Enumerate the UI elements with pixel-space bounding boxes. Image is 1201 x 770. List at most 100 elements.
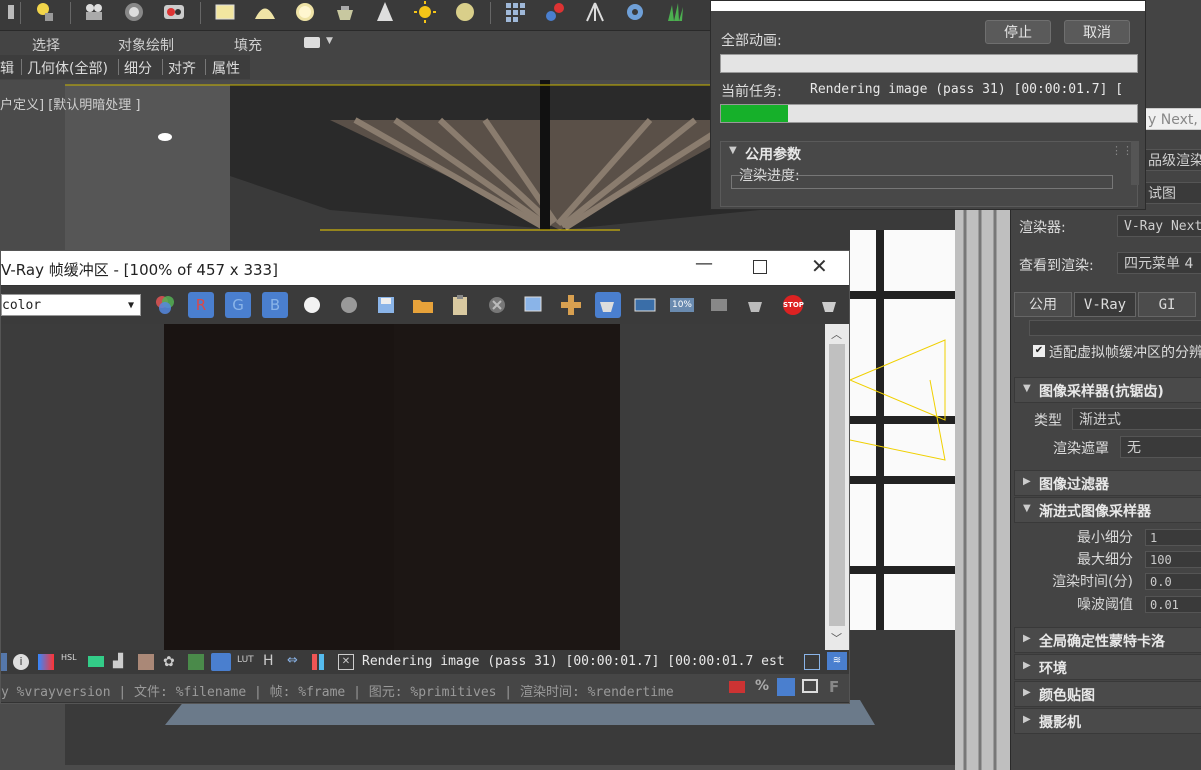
sphere-camera-icon[interactable]	[122, 1, 146, 23]
viewport-label[interactable]: 户定义] [默认明暗处理 ]	[0, 94, 140, 113]
maximize-icon[interactable]	[753, 260, 767, 274]
lut-icon[interactable]: LUT	[237, 655, 254, 665]
tab-vray[interactable]: V-Ray	[1074, 292, 1136, 317]
interactive-teapot-icon[interactable]	[743, 292, 769, 318]
minimize-icon[interactable]: —	[695, 253, 713, 274]
render-final-teapot-icon[interactable]	[817, 292, 843, 318]
compare-icon[interactable]	[632, 292, 658, 318]
common-params-label[interactable]: 公用参数	[745, 144, 801, 164]
sub-tab-edit[interactable]: 辑	[0, 58, 14, 78]
rectangle-icon[interactable]	[213, 1, 237, 23]
scroll-thumb[interactable]	[829, 344, 845, 626]
fit-vfb-checkbox[interactable]: ✔	[1033, 345, 1045, 357]
molecule-icon[interactable]	[543, 1, 567, 23]
font-icon[interactable]	[729, 681, 745, 693]
scroll-down-icon[interactable]: ﹀	[831, 630, 842, 646]
mono-icon[interactable]	[336, 292, 362, 318]
vfb-canvas[interactable]	[1, 324, 825, 650]
ribbon-tab-object-paint[interactable]: 对象绘制	[118, 35, 174, 55]
vfb-title-bar[interactable]: V-Ray 帧缓冲区 - [100% of 457 x 333] — ✕	[1, 251, 849, 285]
tab-common[interactable]: 公用	[1014, 292, 1072, 317]
image-filter-rollout[interactable]: ▶ 图像过滤器	[1014, 470, 1201, 496]
region-render-icon[interactable]	[521, 292, 547, 318]
clipboard-icon[interactable]	[447, 292, 473, 318]
lens-effects-icon[interactable]	[706, 292, 732, 318]
ribbon-tab-populate[interactable]: 填充	[234, 35, 262, 55]
dome-light-icon[interactable]	[253, 1, 277, 23]
render-teapot-icon[interactable]	[595, 292, 621, 318]
rollout-arrow-icon[interactable]: ▼	[729, 145, 737, 156]
curves-icon[interactable]	[138, 654, 154, 670]
histogram-icon[interactable]: ▟	[113, 654, 123, 669]
image-sampler-rollout[interactable]: ▼ 图像采样器(抗锯齿)	[1014, 377, 1201, 403]
clear-icon[interactable]	[484, 292, 510, 318]
stop-render-icon[interactable]: STOP	[780, 292, 806, 318]
levels-red-icon[interactable]	[312, 654, 317, 670]
color-balance-icon[interactable]	[88, 656, 104, 667]
tab-gi[interactable]: GI	[1138, 292, 1196, 317]
levels-blue-icon[interactable]	[319, 654, 324, 670]
ribbon-options-icon[interactable]	[304, 37, 320, 48]
gear-icon[interactable]	[623, 1, 647, 23]
grass-icon[interactable]	[663, 1, 687, 23]
cancel-button[interactable]: 取消	[1064, 20, 1130, 44]
camera-rollout[interactable]: ▶ 摄影机	[1014, 708, 1201, 734]
scroll-up-icon[interactable]: ︿	[831, 326, 842, 342]
disc-light-icon[interactable]	[453, 1, 477, 23]
curve-active-icon[interactable]	[211, 653, 231, 671]
render-mask-dropdown[interactable]: 无	[1120, 436, 1201, 458]
red-channel-button[interactable]: R	[188, 292, 214, 318]
min-subdiv-input[interactable]: 1	[1145, 529, 1201, 546]
tripod-icon[interactable]	[583, 1, 607, 23]
zoom-badge-icon[interactable]: 10%	[669, 292, 695, 318]
background-image-icon[interactable]	[188, 654, 204, 670]
vfb-vertical-scrollbar[interactable]: ︿ ﹀	[825, 324, 849, 650]
sub-tab-properties[interactable]: 属性	[212, 58, 240, 78]
blue-channel-button[interactable]: B	[262, 292, 288, 318]
camera-icon[interactable]	[82, 1, 106, 23]
cone-light-icon[interactable]	[373, 1, 397, 23]
stretch-icon[interactable]: ⇔	[287, 653, 298, 668]
channel-dropdown[interactable]: color ▼	[1, 294, 141, 316]
view-field[interactable]: 试图	[1141, 182, 1201, 204]
frame-icon[interactable]	[802, 679, 818, 693]
f-icon[interactable]: F	[829, 678, 839, 696]
info-icon[interactable]: i	[13, 654, 29, 670]
sub-tab-align[interactable]: 对齐	[168, 58, 196, 78]
track-mouse-icon[interactable]	[558, 292, 584, 318]
search-input[interactable]: y Next,	[1141, 108, 1201, 130]
stamp-icon[interactable]: ✕	[338, 654, 354, 670]
open-folder-icon[interactable]	[410, 292, 436, 318]
teapot-icon[interactable]	[333, 1, 357, 23]
renderer-dropdown[interactable]: V-Ray Next	[1117, 215, 1201, 237]
max-subdiv-input[interactable]: 100	[1145, 551, 1201, 568]
chevron-down-icon[interactable]: ▼	[326, 36, 333, 46]
noise-threshold-input[interactable]: 0.01	[1145, 596, 1201, 613]
sub-tab-subdivide[interactable]: 细分	[124, 58, 152, 78]
preset-field[interactable]: 品级渲染	[1141, 149, 1201, 171]
color-channels-icon[interactable]	[152, 292, 178, 318]
ribbon-tab-select[interactable]: 选择	[32, 35, 60, 55]
sub-tab-geometry-all[interactable]: 几何体(全部)	[27, 58, 108, 78]
alpha-white-icon[interactable]	[299, 292, 325, 318]
grid-icon[interactable]	[503, 1, 527, 23]
render-time-input[interactable]: 0.0	[1145, 573, 1201, 590]
save-icon[interactable]	[373, 292, 399, 318]
exposure-icon[interactable]: ✿	[163, 654, 175, 670]
layers-icon[interactable]	[1, 653, 7, 671]
lamp-icon[interactable]	[32, 1, 56, 23]
close-icon[interactable]: ✕	[811, 254, 828, 278]
view-to-render-dropdown[interactable]: 四元菜单 4	[1117, 252, 1201, 274]
global-dmc-rollout[interactable]: ▶ 全局确定性蒙特卡洛	[1014, 627, 1201, 653]
expand-panel-icon[interactable]: ≋	[827, 652, 847, 670]
color-correction-icon[interactable]	[38, 654, 54, 670]
align-left-icon[interactable]	[777, 678, 795, 696]
window-icon[interactable]	[804, 654, 820, 670]
environment-rollout[interactable]: ▶ 环境	[1014, 654, 1201, 680]
render-icon[interactable]	[162, 1, 186, 23]
hsl-icon[interactable]: HSL	[61, 653, 77, 662]
type-dropdown[interactable]: 渐进式	[1072, 408, 1201, 430]
sun-icon[interactable]	[413, 1, 437, 23]
sphere-light-icon[interactable]	[293, 1, 317, 23]
green-channel-button[interactable]: G	[225, 292, 251, 318]
